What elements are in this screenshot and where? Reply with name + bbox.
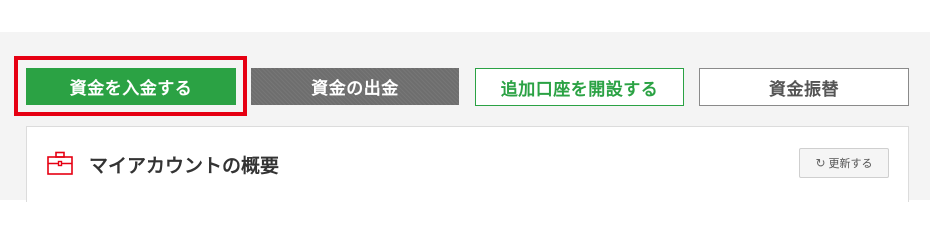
fund-transfer-button[interactable]: 資金振替	[699, 68, 909, 106]
account-summary-card: マイアカウントの概要 ↻ 更新する	[26, 126, 909, 202]
briefcase-icon	[45, 149, 75, 177]
withdraw-button[interactable]: 資金の出金	[251, 68, 459, 105]
deposit-button[interactable]: 資金を入金する	[26, 68, 236, 105]
refresh-label: 更新する	[828, 157, 873, 170]
account-summary-title: マイアカウントの概要	[89, 155, 280, 177]
refresh-icon: ↻	[815, 156, 826, 170]
refresh-button[interactable]: ↻ 更新する	[799, 148, 889, 178]
open-additional-account-button[interactable]: 追加口座を開設する	[475, 68, 684, 106]
